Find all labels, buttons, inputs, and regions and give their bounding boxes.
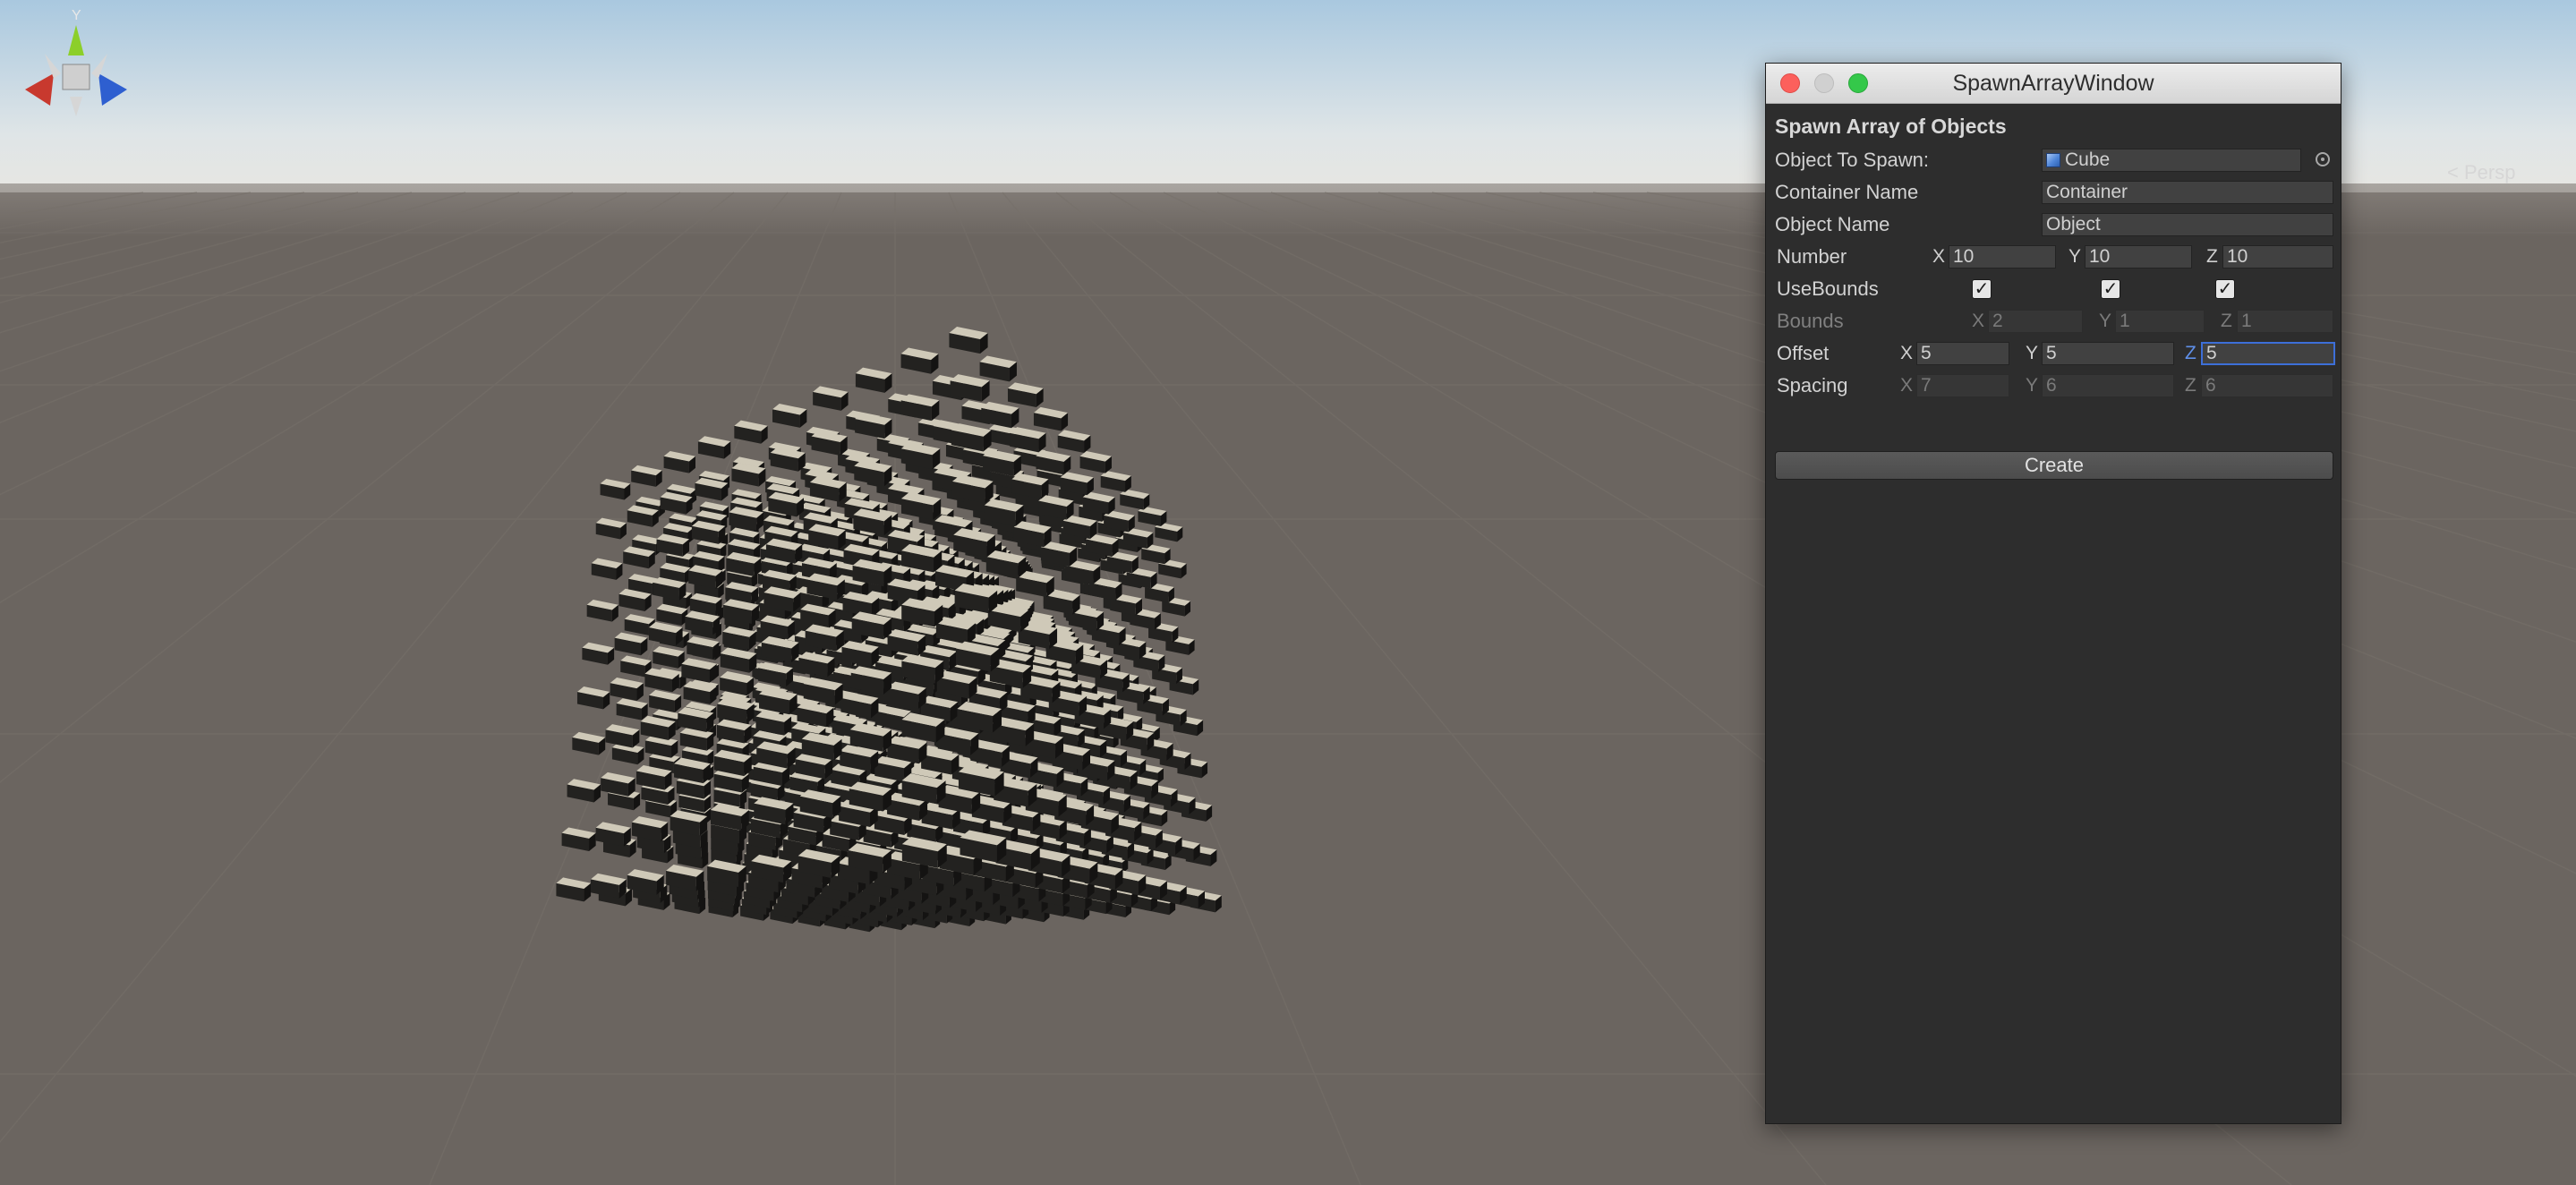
object-to-spawn-row: Object To Spawn: Cube: [1766, 145, 2342, 175]
use-bounds-label: UseBounds: [1777, 277, 1879, 300]
number-row: Number X 10 Y 10 Z 10: [1766, 242, 2342, 272]
number-x-input[interactable]: 10: [1949, 245, 2056, 269]
projection-toggle[interactable]: < Persp: [2447, 161, 2515, 184]
number-z-label: Z: [2206, 246, 2218, 267]
offset-x-label: X: [1900, 343, 1914, 363]
offset-x-input[interactable]: 5: [1916, 342, 2009, 365]
bounds-label: Bounds: [1777, 310, 1844, 332]
number-y-input[interactable]: 10: [2085, 245, 2192, 269]
offset-label: Offset: [1777, 342, 1830, 364]
orientation-gizmo-icon[interactable]: Y: [0, 0, 152, 134]
container-name-input[interactable]: Container: [2042, 181, 2333, 204]
number-label: Number: [1777, 245, 1847, 268]
object-to-spawn-value: Cube: [2065, 149, 2111, 170]
cube-icon: [2046, 153, 2060, 167]
bounds-x-input[interactable]: 2: [1988, 310, 2083, 333]
offset-y-label: Y: [2026, 343, 2039, 363]
object-name-row: Object Name Object: [1766, 209, 2342, 240]
spacing-y-input[interactable]: 6: [2042, 374, 2174, 397]
perspective-icon: <: [2447, 161, 2459, 183]
offset-z-input[interactable]: 5: [2201, 342, 2335, 365]
bounds-row: Bounds X 2 Y 1 Z 1: [1766, 306, 2342, 337]
bounds-z-label: Z: [2221, 311, 2232, 331]
gizmo-y-label: Y: [72, 8, 81, 23]
use-bounds-x-checkbox[interactable]: ✓: [1972, 279, 1992, 299]
offset-row: Offset X 5 Y 5 Z 5: [1766, 338, 2342, 369]
spacing-z-label: Z: [2185, 375, 2196, 396]
object-to-spawn-label: Object To Spawn:: [1775, 149, 1930, 171]
bounds-x-label: X: [1972, 311, 1985, 331]
object-to-spawn-field[interactable]: Cube: [2042, 149, 2301, 172]
spawn-array-window: SpawnArrayWindow Spawn Array of Objects …: [1765, 63, 2341, 1124]
bounds-y-label: Y: [2099, 311, 2112, 331]
object-name-input[interactable]: Object: [2042, 213, 2333, 236]
number-y-label: Y: [2068, 246, 2082, 267]
section-title: Spawn Array of Objects: [1775, 115, 2007, 138]
spacing-row: Spacing X 7 Y 6 Z 6: [1766, 371, 2342, 401]
container-name-label: Container Name: [1775, 181, 1919, 203]
use-bounds-z-checkbox[interactable]: ✓: [2215, 279, 2235, 299]
spacing-label: Spacing: [1777, 374, 1848, 396]
spacing-x-label: X: [1900, 375, 1914, 396]
object-picker-icon[interactable]: [2316, 152, 2330, 166]
window-titlebar[interactable]: SpawnArrayWindow: [1766, 64, 2341, 104]
use-bounds-row: UseBounds ✓ ✓ ✓: [1766, 274, 2342, 304]
projection-label: Persp: [2463, 161, 2516, 183]
spacing-z-input[interactable]: 6: [2201, 374, 2333, 397]
container-name-row: Container Name Container: [1766, 177, 2342, 208]
bounds-z-input[interactable]: 1: [2237, 310, 2333, 333]
use-bounds-y-checkbox[interactable]: ✓: [2101, 279, 2120, 299]
number-x-label: X: [1932, 246, 1946, 267]
number-z-input[interactable]: 10: [2222, 245, 2333, 269]
spacing-x-input[interactable]: 7: [1916, 374, 2009, 397]
window-title: SpawnArrayWindow: [1952, 71, 2154, 96]
object-name-label: Object Name: [1775, 213, 1890, 235]
offset-y-input[interactable]: 5: [2042, 342, 2174, 365]
spacing-y-label: Y: [2026, 375, 2039, 396]
offset-z-label: Z: [2185, 343, 2196, 363]
bounds-y-input[interactable]: 1: [2115, 310, 2205, 333]
create-button[interactable]: Create: [1775, 451, 2333, 480]
